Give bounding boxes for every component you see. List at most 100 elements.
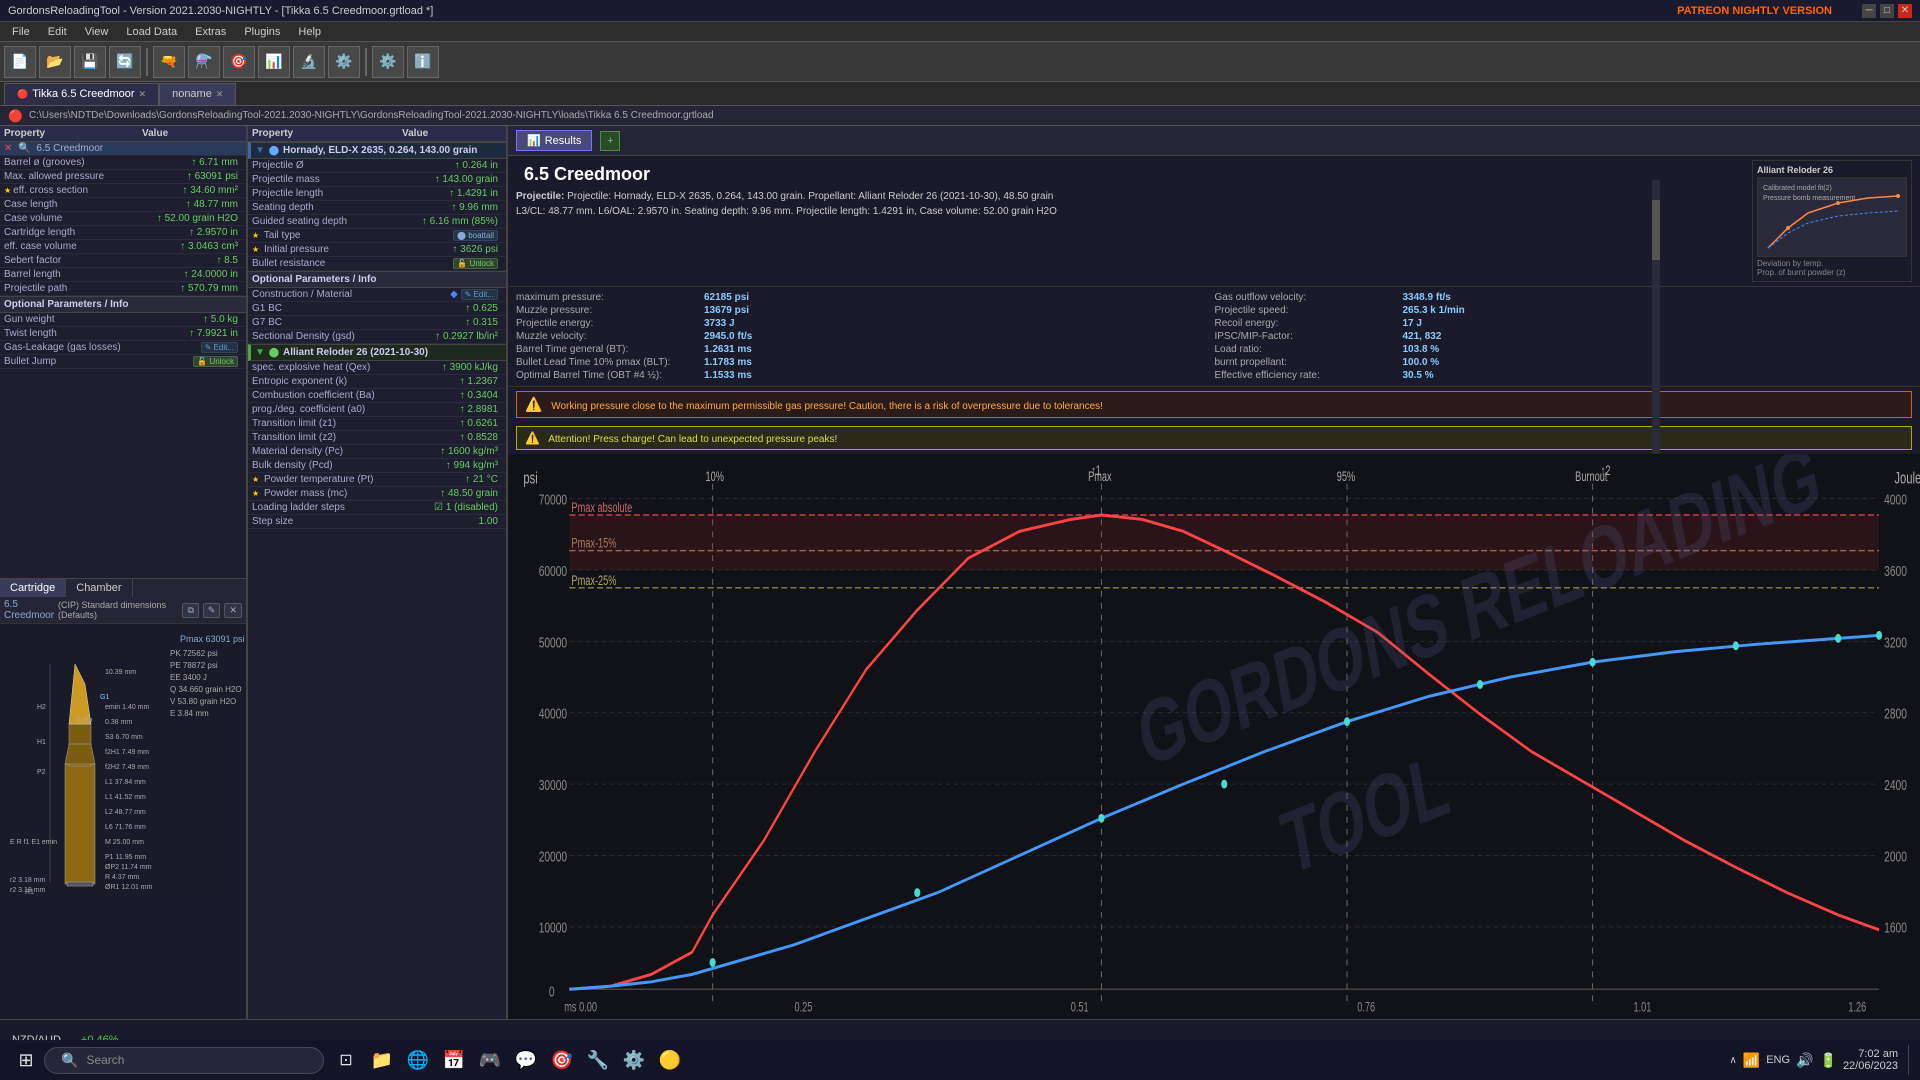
toolbar-sep2 (365, 48, 367, 76)
results-add-btn[interactable]: + (600, 131, 620, 151)
menu-extras[interactable]: Extras (187, 26, 234, 38)
svg-text:50000: 50000 (539, 633, 567, 650)
prop-powder-temp: ★ Powder temperature (Pt) ↑ 21 °C (248, 473, 506, 487)
menu-file[interactable]: File (4, 26, 38, 38)
caliber-row-label: ✕ 🔍 6.5 Creedmoor (4, 143, 242, 154)
minimize-button[interactable]: ─ (1862, 4, 1876, 18)
tab-cartridge[interactable]: Cartridge (0, 579, 66, 597)
taskbar-app-grt[interactable]: 🎯 (544, 1042, 580, 1078)
toolbar-btn9[interactable]: 🔬 (293, 46, 325, 78)
projectile-info: Projectile: Projectile: Hornady, ELD-X 2… (516, 189, 1057, 219)
warning-text: Working pressure close to the maximum pe… (551, 401, 1103, 412)
svg-text:40000: 40000 (539, 705, 567, 722)
taskbar-app-xbox[interactable]: 🎮 (472, 1042, 508, 1078)
chart-area: psi Joule 70000 60000 50000 40000 30000 (508, 454, 1920, 1019)
toolbar-info[interactable]: ℹ️ (407, 46, 439, 78)
toolbar-new[interactable]: 📄 (4, 46, 36, 78)
menu-edit[interactable]: Edit (40, 26, 75, 38)
cartridge-standard: (CIP) Standard dimensions (Defaults) (58, 600, 178, 620)
maximize-button[interactable]: □ (1880, 4, 1894, 18)
tray-chevron[interactable]: ∧ (1729, 1055, 1736, 1066)
menubar: File Edit View Load Data Extras Plugins … (0, 22, 1920, 42)
powder-properties-scroll[interactable]: spec. explosive heat (Qex) ↑ 3900 kJ/kg … (248, 361, 506, 529)
toolbar-btn4[interactable]: 🔄 (109, 46, 141, 78)
taskbar-app-calendar[interactable]: 📅 (436, 1042, 472, 1078)
search-icon: 🔍 (61, 1052, 78, 1069)
toolbar: 📄 📂 💾 🔄 🔫 ⚗️ 🎯 📊 🔬 ⚙️ ⚙️ ℹ️ (0, 42, 1920, 82)
window-controls[interactable]: ─ □ ✕ (1862, 4, 1912, 18)
tab-chamber[interactable]: Chamber (66, 579, 132, 597)
stat-max-pressure: maximum pressure: 62185 psi (516, 291, 1214, 304)
prop-g7bc: G7 BC ↑ 0.315 (248, 316, 506, 330)
cartridge-copy-btn[interactable]: ⧉ (182, 603, 198, 618)
toolbar-settings[interactable]: ⚙️ (372, 46, 404, 78)
results-tab[interactable]: 📊 Results (516, 130, 592, 151)
toolbar-powder[interactable]: ⚗️ (188, 46, 220, 78)
cartridge-close-btn[interactable]: ✕ (224, 603, 242, 618)
results-tab-icon: 📊 (527, 134, 541, 147)
tab-tikka-close[interactable]: ✕ (139, 89, 147, 100)
stat-bullet-lead-time: Bullet Lead Time 10% pmax (BLT): 1.1783 … (516, 356, 1214, 369)
tray-network[interactable]: 📶 (1743, 1052, 1760, 1069)
task-view-btn[interactable]: ⊡ (328, 1042, 364, 1078)
clock[interactable]: 7:02 am 22/06/2023 (1843, 1048, 1898, 1072)
tab-noname-close[interactable]: ✕ (216, 89, 224, 100)
tray-battery[interactable]: 🔋 (1820, 1052, 1837, 1069)
results-info-section: 6.5 Creedmoor Projectile: Projectile: Ho… (508, 156, 1920, 287)
svg-text:f2H1 7.49 mm: f2H1 7.49 mm (105, 749, 149, 756)
taskbar-app-misc3[interactable]: 🟡 (652, 1042, 688, 1078)
toolbar-open[interactable]: 📂 (39, 46, 71, 78)
gas-leakage-edit[interactable]: ✎ Edit... (201, 342, 238, 353)
toolbar-save[interactable]: 💾 (74, 46, 106, 78)
attention-text: Attention! Press charge! Can lead to une… (548, 434, 837, 445)
tray-show-desktop[interactable] (1908, 1045, 1912, 1075)
tab-tikka[interactable]: 🔴 Tikka 6.5 Creedmoor ✕ (4, 83, 159, 105)
svg-text:10000: 10000 (539, 919, 567, 936)
stat-gas-outflow: Gas outflow velocity: 3348.9 ft/s (1215, 291, 1913, 304)
svg-text:V 53.80 grain H2O: V 53.80 grain H2O (170, 697, 236, 706)
menu-help[interactable]: Help (290, 26, 329, 38)
cartridge-edit-btn[interactable]: ✎ (203, 603, 221, 618)
svg-text:70000: 70000 (539, 491, 567, 508)
toolbar-btn10[interactable]: ⚙️ (328, 46, 360, 78)
prop-sectional-density: Sectional Density (gsd) ↑ 0.2927 lb/in² (248, 330, 506, 344)
menu-plugins[interactable]: Plugins (236, 26, 288, 38)
caliber-search-icon: 🔍 (18, 143, 30, 154)
caliber-row[interactable]: ✕ 🔍 6.5 Creedmoor (0, 142, 246, 156)
titlebar: GordonsReloadingTool - Version 2021.2030… (0, 0, 1920, 22)
toolbar-btn7[interactable]: 🎯 (223, 46, 255, 78)
toolbar-bullet[interactable]: 🔫 (153, 46, 185, 78)
tab-tikka-label: Tikka 6.5 Creedmoor (32, 88, 134, 100)
attention-box: ⚠️ Attention! Press charge! Can lead to … (516, 426, 1912, 450)
tray-volume[interactable]: 🔊 (1796, 1052, 1813, 1069)
tab-tikka-icon: 🔴 (17, 89, 28, 100)
left-properties-scroll[interactable]: Barrel ø (grooves) ↑ 6.71 mm Max. allowe… (0, 156, 246, 578)
taskbar-app-edge[interactable]: 🌐 (400, 1042, 436, 1078)
menu-view[interactable]: View (77, 26, 117, 38)
taskbar-app-misc2[interactable]: ⚙️ (616, 1042, 652, 1078)
taskbar-app-misc1[interactable]: 🔧 (580, 1042, 616, 1078)
bullet-resistance-unlock[interactable]: 🔓 Unlock (453, 258, 498, 269)
bullet-jump-unlock[interactable]: 🔓 Unlock (193, 356, 238, 367)
svg-text:L2 48.77 mm: L2 48.77 mm (105, 809, 146, 816)
stat-muzzle-pressure: Muzzle pressure: 13679 psi (516, 304, 1214, 317)
stat-barrel-time: Barrel Time general (BT): 1.2631 ms (516, 343, 1214, 356)
taskbar-app-discord[interactable]: 💬 (508, 1042, 544, 1078)
stat-projectile-speed: Projectile speed: 265.3 k 1/min (1215, 304, 1913, 317)
taskbar-search[interactable]: 🔍 Search (44, 1047, 324, 1074)
menu-loaddata[interactable]: Load Data (118, 26, 185, 38)
toolbar-btn8[interactable]: 📊 (258, 46, 290, 78)
tray-lang[interactable]: ENG (1766, 1054, 1790, 1066)
bullet-section-header: ▼ ⬤ Hornady, ELD-X 2635, 0.264, 143.00 g… (248, 142, 506, 159)
start-button[interactable]: ⊞ (8, 1042, 44, 1078)
construction-edit[interactable]: ✎ Edit... (461, 289, 498, 300)
caliber-delete-icon[interactable]: ✕ (4, 143, 12, 154)
svg-text:E 3.84 mm: E 3.84 mm (170, 709, 209, 718)
svg-text:Joule: Joule (1894, 469, 1920, 488)
bullet-svg: Pmax 63091 psi PK 72562 psi PE 78872 psi… (0, 624, 246, 894)
taskbar-app-files[interactable]: 📁 (364, 1042, 400, 1078)
tab-noname[interactable]: noname ✕ (159, 83, 236, 105)
svg-text:95%: 95% (1337, 470, 1355, 484)
svg-text:3600: 3600 (1884, 562, 1907, 579)
close-button[interactable]: ✕ (1898, 4, 1912, 18)
